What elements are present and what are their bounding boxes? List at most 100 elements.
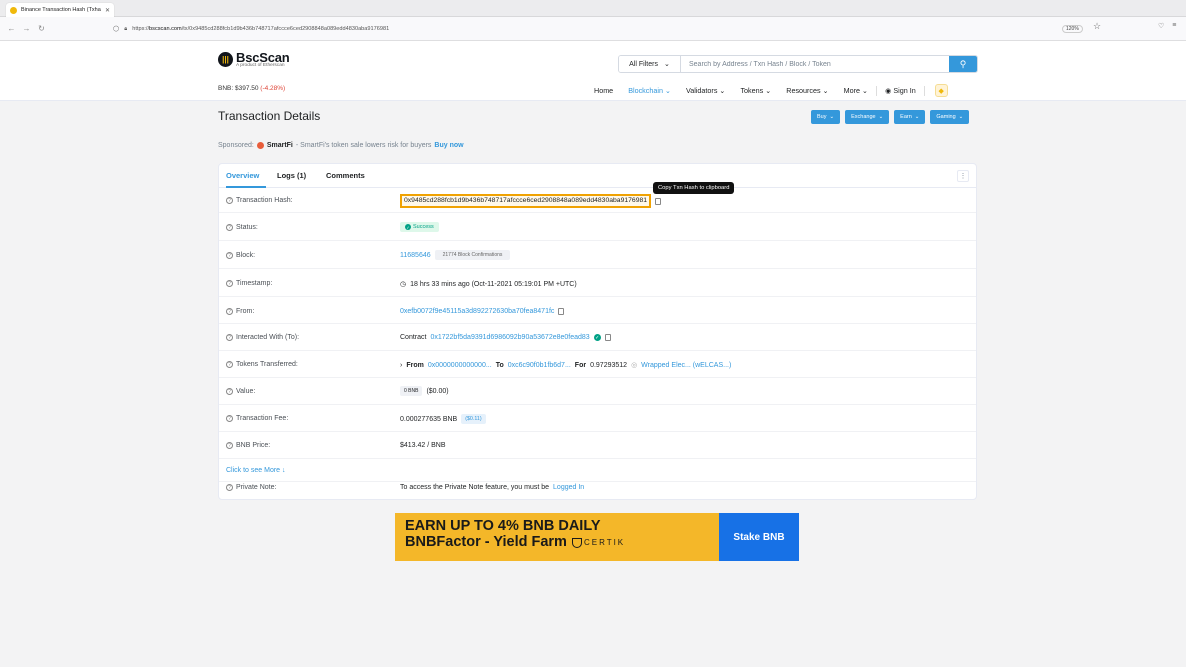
certik-logo: CERTIK <box>571 534 625 551</box>
row-tokens-transferred: ? Tokens Transferred: › From 0x0000000000… <box>219 351 976 378</box>
certik-shield-icon <box>571 537 582 548</box>
row-value: ? Value: 0 BNB ($0.00) <box>219 378 976 405</box>
page-title: Transaction Details <box>218 109 321 123</box>
status-badge: ✓ Success <box>400 222 439 232</box>
contract-address-link[interactable]: 0x1722bf5da9391d6986092b90a53672e8e0fead… <box>430 334 589 341</box>
nav-validators[interactable]: Validators ⌄ <box>686 86 725 95</box>
question-icon: ? <box>226 334 233 341</box>
arrow-down-icon: ↓ <box>282 467 286 474</box>
see-more-link[interactable]: Click to see More ↓ <box>226 467 286 474</box>
logged-in-link[interactable]: Logged In <box>553 484 584 491</box>
address-bar[interactable]: ◯ 🔒︎ https://bscscan.com/tx/0x9485cd288f… <box>113 21 1158 37</box>
question-icon: ? <box>226 361 233 368</box>
sponsor-name[interactable]: SmartFi <box>267 142 293 149</box>
question-icon: ? <box>226 224 233 231</box>
earn-button[interactable]: Earn ⌄ <box>894 110 926 124</box>
logo-subtitle: A product of Etherscan <box>236 63 285 68</box>
copy-icon[interactable] <box>604 334 611 341</box>
tab-comments[interactable]: Comments <box>326 171 365 180</box>
token-name-link[interactable]: Wrapped Elec... (wELCAS...) <box>641 362 731 369</box>
confirmations-badge: 21774 Block Confirmations <box>434 250 511 260</box>
kebab-icon[interactable]: ⋮ <box>957 170 969 182</box>
copy-icon[interactable] <box>558 308 565 315</box>
bscscan-logo-icon: ||| <box>218 51 233 67</box>
zoom-indicator[interactable]: 120% <box>1062 25 1083 33</box>
smartfi-icon <box>256 142 264 149</box>
question-icon: ? <box>226 388 233 395</box>
row-see-more: Click to see More ↓ <box>219 459 976 482</box>
tx-hash-value[interactable]: 0x9485cd288fcb1d9b436b748717afccce6ced29… <box>400 194 652 208</box>
search-bar: All Filters ⌄ ⚲ <box>618 55 978 73</box>
clock-icon: ◷ <box>400 281 407 288</box>
menu-icon[interactable]: ≡ <box>1172 22 1176 30</box>
row-tx-hash: ? Transaction Hash: 0x9485cd288fcb1d9b436… <box>219 188 976 213</box>
sponsor-buy-now-link[interactable]: Buy now <box>434 142 463 149</box>
stake-bnb-button[interactable]: Stake BNB <box>719 513 799 561</box>
nav-divider <box>876 85 878 96</box>
exchange-button[interactable]: Exchange ⌄ <box>845 110 890 124</box>
token-amount: 0.97293512 <box>590 361 628 369</box>
lock-icon: 🔒︎ <box>124 25 128 32</box>
transaction-details-card: Overview Logs (1) Comments ⋮ Copy Txn Ha… <box>218 163 977 500</box>
browser-navbar: ← → ↻ ◯ 🔒︎ https://bscscan.com/tx/0x9485… <box>0 17 1186 41</box>
back-icon[interactable]: ← <box>6 24 17 33</box>
question-icon: ? <box>226 442 233 449</box>
copy-icon[interactable] <box>655 197 662 205</box>
verified-check-icon: ✓ <box>593 334 601 341</box>
token-icon: ◎ <box>631 362 638 369</box>
bnb-price-ticker: BNB: $397.50 (-4.28%) <box>218 85 286 92</box>
bnb-price-change: (-4.28%) <box>260 85 286 92</box>
block-link[interactable]: 11685646 <box>400 252 431 259</box>
browser-tab[interactable]: Binance Transaction Hash (Txhas ✕ <box>6 3 114 17</box>
bscscan-logo[interactable]: ||| BscScan A product of Etherscan <box>218 50 290 68</box>
nav-tokens[interactable]: Tokens ⌄ <box>740 86 771 95</box>
pocket-icon[interactable]: ♡ <box>1158 22 1164 30</box>
gaming-button[interactable]: Gaming ⌄ <box>930 110 970 124</box>
tab-overview[interactable]: Overview <box>226 171 259 180</box>
reload-icon[interactable]: ↻ <box>36 24 47 33</box>
bnb-price-value: $413.42 / BNB <box>400 442 446 449</box>
bnbfactor-banner-ad[interactable]: EARN UP TO 4% BNB DAILY BNBFactor - Yiel… <box>395 513 799 561</box>
row-from: ? From: 0xefb0072f9e45115a3d892272630ba70… <box>219 297 976 324</box>
token-to-link[interactable]: 0xc6c90f0b1fb6d7... <box>508 362 571 369</box>
question-icon: ? <box>226 197 233 204</box>
token-from-link[interactable]: 0x0000000000000... <box>428 362 492 369</box>
search-button[interactable]: ⚲ <box>949 56 977 72</box>
question-icon: ? <box>226 308 233 315</box>
row-timestamp: ? Timestamp: ◷ 18 hrs 33 mins ago (Oct-11… <box>219 269 976 297</box>
bscscan-favicon-icon <box>10 6 17 14</box>
fee-usd-badge: ($0.11) <box>461 414 486 424</box>
value-bnb-badge: 0 BNB <box>400 386 423 396</box>
close-tab-icon[interactable]: ✕ <box>105 7 110 14</box>
nav-sign-in[interactable]: ◉ Sign In <box>885 86 916 95</box>
user-icon: ◉ <box>885 86 892 95</box>
nav-more[interactable]: More ⌄ <box>844 86 868 95</box>
question-icon: ? <box>226 484 233 491</box>
row-status: ? Status: ✓ Success <box>219 213 976 241</box>
browser-tabbar: Binance Transaction Hash (Txhas ✕ <box>0 0 1186 17</box>
nav-resources[interactable]: Resources ⌄ <box>786 86 828 95</box>
nav-home[interactable]: Home <box>594 86 613 95</box>
nav-blockchain[interactable]: Blockchain ⌄ <box>628 86 671 95</box>
question-icon: ? <box>226 252 233 259</box>
fee-bnb: 0.000277635 BNB <box>400 415 458 423</box>
tab-logs[interactable]: Logs (1) <box>277 171 306 180</box>
nav-divider <box>923 85 925 96</box>
search-input[interactable] <box>681 56 949 72</box>
chevron-down-icon: ⌄ <box>663 61 670 68</box>
browser-tab-title: Binance Transaction Hash (Txhas <box>21 7 101 13</box>
from-address-link[interactable]: 0xefb0072f9e45115a3d892272630ba70fea8471… <box>400 308 554 315</box>
bookmark-star-icon[interactable]: ☆ <box>1093 21 1101 32</box>
bnb-icon[interactable]: ◆ <box>934 84 948 97</box>
check-icon: ✓ <box>405 224 411 230</box>
forward-icon[interactable]: → <box>21 24 32 33</box>
row-private-note: ? Private Note: To access the Private Not… <box>219 482 976 501</box>
buy-button[interactable]: Buy ⌄ <box>811 110 841 124</box>
row-interacted-with: ? Interacted With (To): Contract 0x1722bf… <box>219 324 976 351</box>
question-icon: ? <box>226 280 233 287</box>
filter-dropdown[interactable]: All Filters ⌄ <box>619 56 681 72</box>
shield-icon: ◯ <box>113 26 120 32</box>
url-text: https://bscscan.com/tx/0x9485cd288fcb1d9… <box>132 26 390 32</box>
site-header: ||| BscScan A product of Etherscan BNB: … <box>0 41 1186 101</box>
main-nav: Home Blockchain ⌄ Validators ⌄ Tokens ⌄ … <box>594 84 948 97</box>
